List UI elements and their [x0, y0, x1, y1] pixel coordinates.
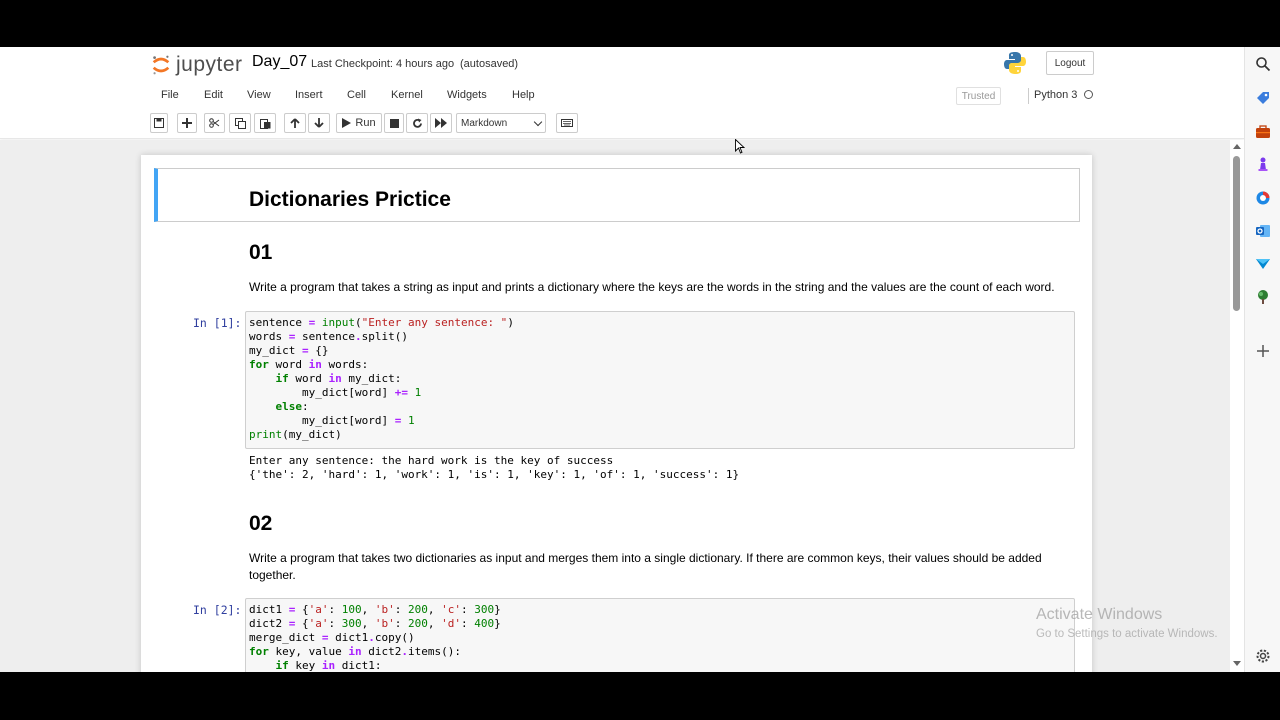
- jupyter-wordmark: jupyter: [176, 53, 243, 76]
- browser-frame: jupyter Day_07 Last Checkpoint: 4 hours …: [0, 47, 1280, 672]
- keyboard-icon: [561, 119, 573, 127]
- cell-type-value: Markdown: [461, 117, 508, 129]
- notebook-title-heading: Dictionaries Prictice: [249, 188, 451, 211]
- send-icon[interactable]: [1255, 256, 1271, 272]
- browser-sidebar: [1244, 47, 1280, 672]
- play-icon: [342, 118, 352, 128]
- python-logo-icon: [1004, 52, 1026, 74]
- cell-output-line: Enter any sentence: the hard work is the…: [249, 454, 614, 467]
- section-description-02: Write a program that takes two dictionar…: [249, 550, 1079, 584]
- code-line: else:: [275, 400, 309, 413]
- save-icon: [154, 118, 164, 128]
- tag-icon[interactable]: [1255, 90, 1271, 106]
- input-prompt: In [1]:: [193, 316, 242, 330]
- search-icon[interactable]: [1255, 56, 1271, 72]
- section-description-02-line: together.: [249, 568, 296, 582]
- arrow-down-icon: [314, 118, 324, 128]
- activate-windows-title: Activate Windows: [1036, 606, 1163, 623]
- vertical-scrollbar[interactable]: [1230, 140, 1244, 672]
- plus-icon[interactable]: [1255, 343, 1271, 359]
- fast-forward-icon: [435, 118, 447, 128]
- code-line: my_dict[word] += 1: [249, 386, 422, 399]
- code-line: if word in my_dict:: [275, 372, 402, 385]
- settings-icon[interactable]: [1255, 648, 1271, 664]
- outlook-icon[interactable]: [1255, 223, 1271, 239]
- code-line: for word in words:: [249, 358, 369, 371]
- kernel-divider: [1028, 88, 1029, 104]
- code-line: for key, value in dict2.items():: [249, 645, 461, 658]
- input-prompt: In [2]:: [193, 603, 242, 617]
- restart-run-all-button[interactable]: [430, 113, 452, 133]
- menu-file[interactable]: File: [161, 89, 179, 101]
- code-line: if key in dict1:: [275, 659, 382, 672]
- briefcase-icon[interactable]: [1255, 124, 1271, 140]
- paste-button[interactable]: [254, 113, 276, 133]
- move-down-button[interactable]: [308, 113, 330, 133]
- scroll-up-icon[interactable]: [1233, 144, 1241, 149]
- interrupt-button[interactable]: [384, 113, 404, 133]
- notebook-header: jupyter Day_07 Last Checkpoint: 4 hours …: [0, 47, 1244, 139]
- trusted-indicator[interactable]: Trusted: [956, 87, 1001, 105]
- arrow-up-icon: [290, 118, 300, 128]
- cut-button[interactable]: [204, 113, 225, 133]
- save-button[interactable]: [150, 113, 168, 133]
- autosave-status: (autosaved): [460, 58, 519, 70]
- run-label: Run: [355, 117, 376, 129]
- menu-bar: File Edit View Insert Cell Kernel Widget…: [148, 85, 1100, 107]
- kernel-idle-icon: [1084, 90, 1093, 99]
- mouse-cursor-icon: [735, 139, 745, 154]
- menu-kernel[interactable]: Kernel: [391, 89, 423, 101]
- code-line: sentence = input("Enter any sentence: "): [249, 316, 514, 329]
- code-line: words = sentence.split(): [249, 330, 408, 343]
- cell-output-line: {'the': 2, 'hard': 1, 'work': 1, 'is': 1…: [249, 468, 740, 481]
- notebook-name[interactable]: Day_07: [252, 53, 307, 71]
- menu-view[interactable]: View: [247, 89, 271, 101]
- notebook-container: Dictionaries Prictice 01 Write a program…: [141, 155, 1092, 672]
- copy-icon: [234, 117, 246, 129]
- plus-icon: [182, 118, 192, 128]
- code-line: my_dict = {}: [249, 344, 329, 357]
- restart-button[interactable]: [406, 113, 428, 133]
- section-description-01: Write a program that takes a string as i…: [249, 280, 1055, 294]
- jupyter-logo[interactable]: jupyter: [150, 51, 243, 79]
- move-up-button[interactable]: [284, 113, 306, 133]
- chess-icon[interactable]: [1255, 156, 1271, 172]
- menu-widgets[interactable]: Widgets: [447, 89, 487, 101]
- jupyter-logo-icon: [152, 55, 170, 75]
- scroll-down-icon[interactable]: [1233, 661, 1241, 666]
- menu-help[interactable]: Help: [512, 89, 535, 101]
- office-icon[interactable]: [1255, 190, 1271, 206]
- tree-icon[interactable]: [1255, 289, 1271, 305]
- paste-icon: [259, 118, 270, 129]
- menu-edit[interactable]: Edit: [204, 89, 223, 101]
- menu-insert[interactable]: Insert: [295, 89, 323, 101]
- scrollbar-thumb[interactable]: [1233, 156, 1240, 311]
- command-palette-button[interactable]: [556, 113, 578, 133]
- section-heading-01: 01: [249, 241, 273, 264]
- menu-cell[interactable]: Cell: [347, 89, 366, 101]
- code-cell-editor[interactable]: sentence = input("Enter any sentence: ")…: [245, 311, 1075, 449]
- insert-cell-button[interactable]: [177, 113, 197, 133]
- run-button[interactable]: Run: [336, 113, 382, 133]
- toolbar: Run Markdown: [148, 113, 1100, 135]
- kernel-name[interactable]: Python 3: [1034, 89, 1077, 101]
- chevron-down-icon: [533, 117, 543, 127]
- code-cell-editor[interactable]: dict1 = {'a': 100, 'b': 200, 'c': 300} d…: [245, 598, 1075, 672]
- section-description-02-line: Write a program that takes two dictionar…: [249, 551, 1042, 565]
- code-line: print(my_dict): [249, 428, 342, 441]
- scissors-icon: [209, 118, 220, 128]
- copy-button[interactable]: [229, 113, 251, 133]
- notebook-area: Dictionaries Prictice 01 Write a program…: [0, 140, 1230, 672]
- logout-button[interactable]: Logout: [1046, 51, 1094, 75]
- stop-icon: [389, 118, 399, 128]
- restart-icon: [412, 118, 422, 128]
- code-line: dict1 = {'a': 100, 'b': 200, 'c': 300}: [249, 603, 501, 616]
- code-line: dict2 = {'a': 300, 'b': 200, 'd': 400}: [249, 617, 501, 630]
- cell-type-select[interactable]: Markdown: [456, 113, 546, 133]
- section-heading-02: 02: [249, 512, 273, 535]
- code-line: my_dict[word] = 1: [249, 414, 415, 427]
- activate-windows-subtitle: Go to Settings to activate Windows.: [1036, 628, 1218, 640]
- code-line: merge_dict = dict1.copy(): [249, 631, 415, 644]
- last-checkpoint: Last Checkpoint: 4 hours ago: [311, 58, 455, 70]
